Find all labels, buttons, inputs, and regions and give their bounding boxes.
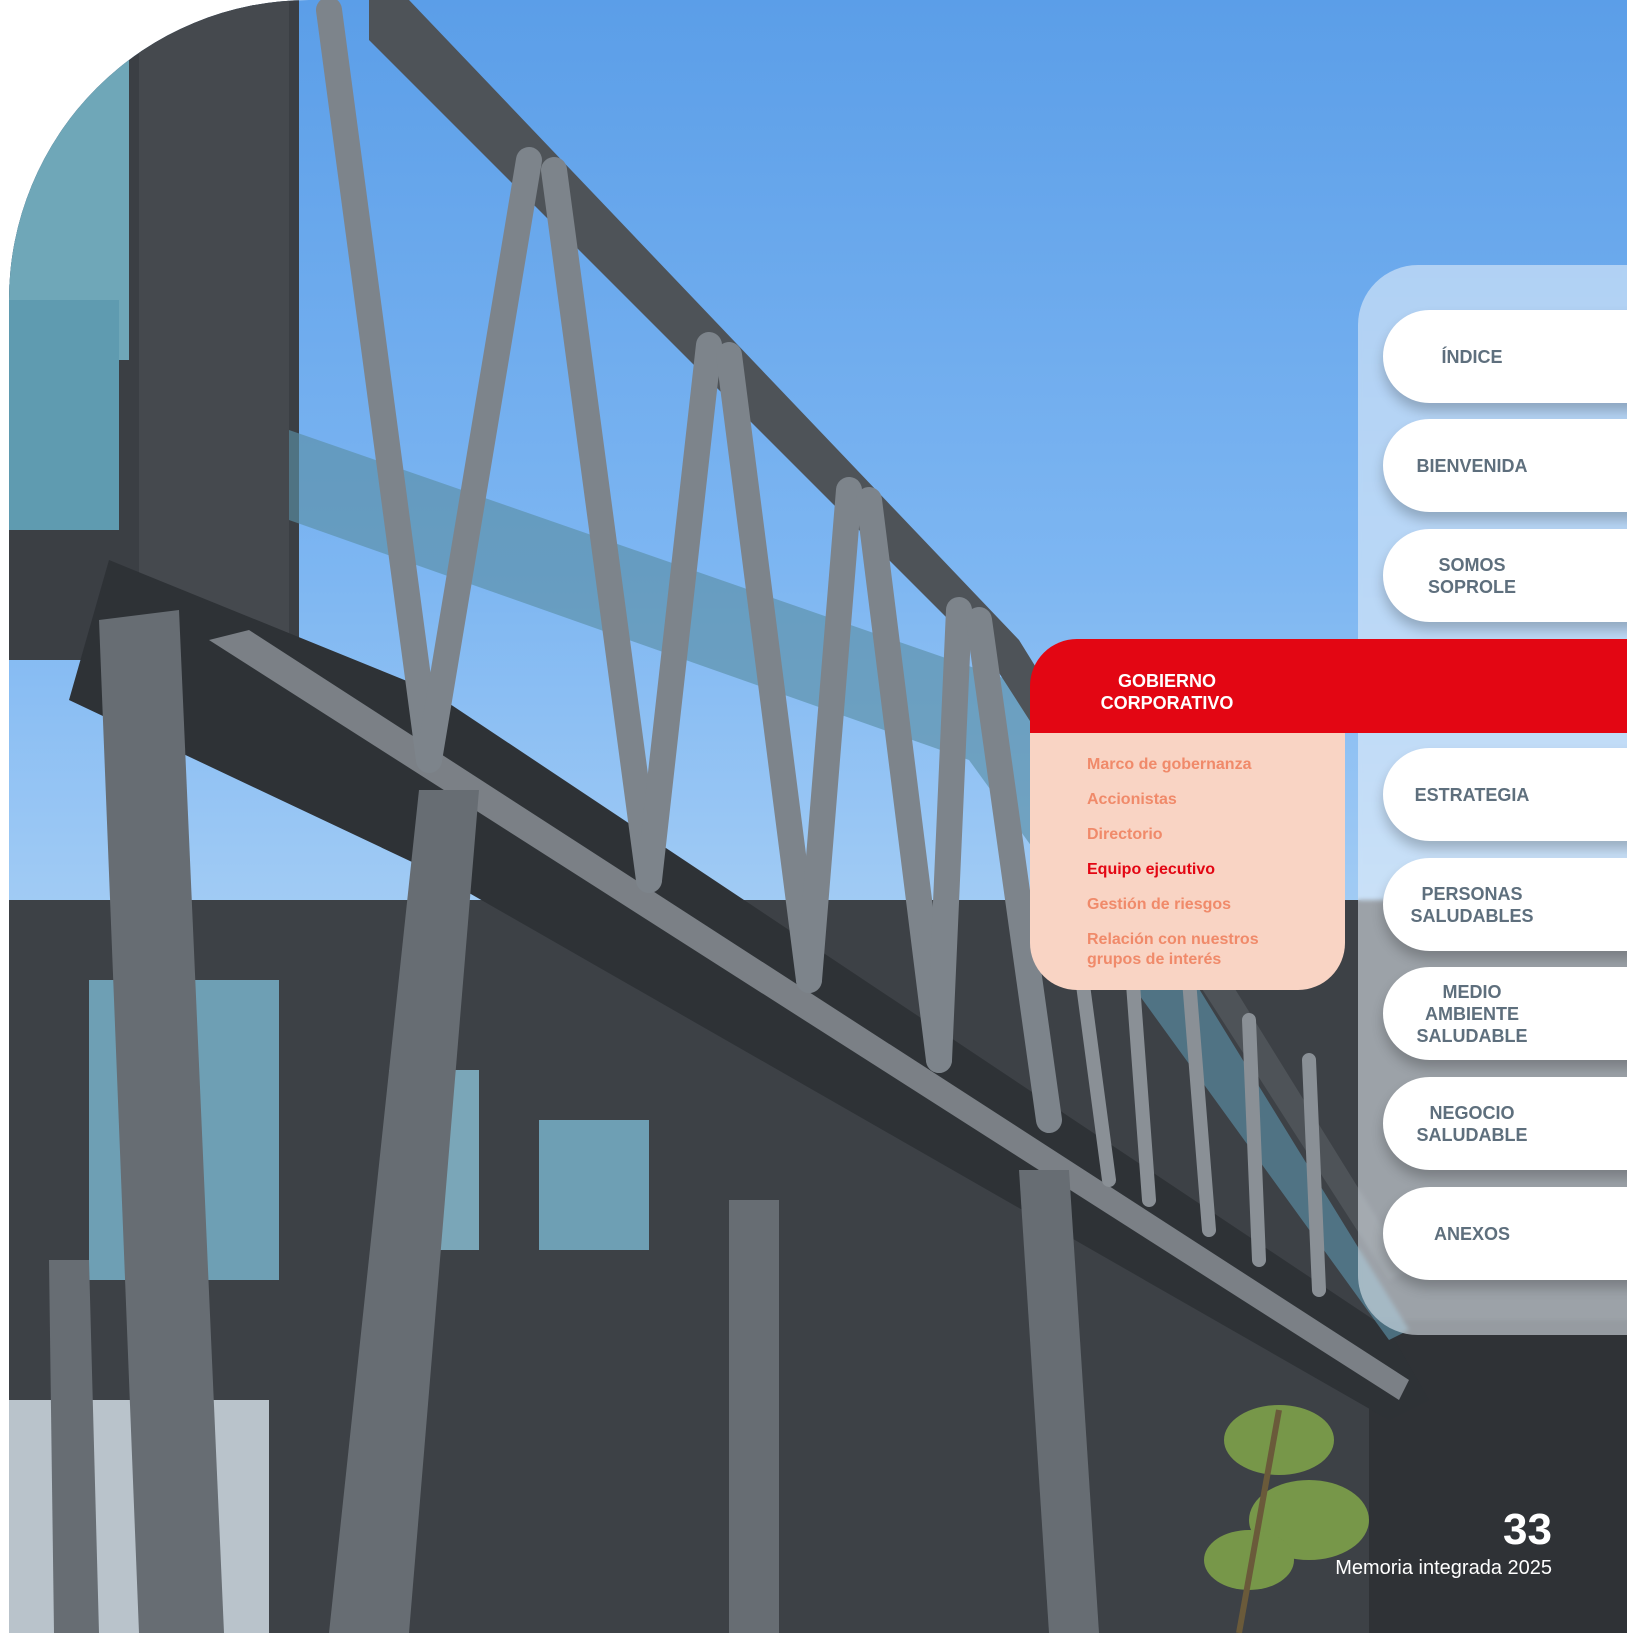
nav-item-bienvenida[interactable]: BIENVENIDA: [1383, 419, 1627, 512]
submenu-gobierno-corporativo: Marco de gobernanza Accionistas Director…: [1030, 700, 1345, 990]
nav-item-estrategia[interactable]: ESTRATEGIA: [1383, 748, 1627, 841]
submenu-item-gestion-de-riesgos[interactable]: Gestión de riesgos: [1087, 895, 1287, 915]
nav-item-indice[interactable]: ÍNDICE: [1383, 310, 1627, 403]
submenu-item-equipo-ejecutivo[interactable]: Equipo ejecutivo: [1087, 860, 1287, 880]
page-number: 33: [1503, 1505, 1552, 1554]
nav-item-gobierno-corporativo-active[interactable]: GOBIERNO CORPORATIVO: [1030, 639, 1627, 733]
nav-item-label: ANEXOS: [1433, 1223, 1511, 1244]
submenu-item-directorio[interactable]: Directorio: [1087, 825, 1287, 845]
nav-item-somos-soprole[interactable]: SOMOS SOPROLE: [1383, 529, 1627, 622]
active-section-label: GOBIERNO CORPORATIVO: [1100, 671, 1234, 713]
nav-item-label: ESTRATEGIA: [1414, 784, 1530, 805]
document-title: Memoria integrada 2025: [1335, 1557, 1552, 1579]
page: ÍNDICE BIENVENIDA SOMOS SOPROLE ESTRATEG…: [0, 0, 1627, 1633]
nav-item-label: ÍNDICE: [1441, 346, 1503, 367]
submenu-list: Marco de gobernanza Accionistas Director…: [1087, 755, 1287, 985]
nav-item-medio-ambiente-saludable[interactable]: MEDIO AMBIENTE SALUDABLE: [1383, 967, 1627, 1060]
nav-item-label: BIENVENIDA: [1416, 455, 1528, 476]
nav-item-label: NEGOCIO SALUDABLE: [1416, 1102, 1528, 1145]
nav-item-label: MEDIO AMBIENTE SALUDABLE: [1416, 981, 1528, 1046]
nav-item-label: PERSONAS SALUDABLES: [1410, 883, 1534, 926]
submenu-item-accionistas[interactable]: Accionistas: [1087, 790, 1287, 810]
nav-item-personas-saludables[interactable]: PERSONAS SALUDABLES: [1383, 858, 1627, 951]
nav-item-negocio-saludable[interactable]: NEGOCIO SALUDABLE: [1383, 1077, 1627, 1170]
submenu-item-marco-de-gobernanza[interactable]: Marco de gobernanza: [1087, 755, 1287, 775]
nav-item-label: SOMOS SOPROLE: [1427, 554, 1516, 597]
submenu-item-relacion-grupos-de-interes[interactable]: Relación con nuestros grupos de interés: [1087, 930, 1287, 970]
nav-item-anexos[interactable]: ANEXOS: [1383, 1187, 1627, 1280]
